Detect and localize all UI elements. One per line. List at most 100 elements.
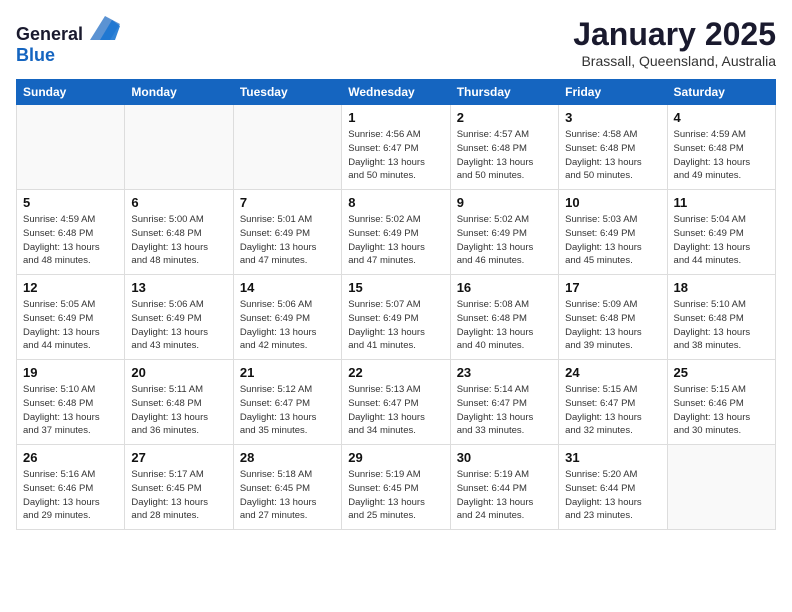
day-info: Sunrise: 5:15 AMSunset: 6:47 PMDaylight:… — [565, 383, 660, 438]
day-info: Sunrise: 5:01 AMSunset: 6:49 PMDaylight:… — [240, 213, 335, 268]
month-title: January 2025 — [573, 16, 776, 53]
calendar-cell: 5Sunrise: 4:59 AMSunset: 6:48 PMDaylight… — [17, 190, 125, 275]
calendar-cell: 16 Sunrise: 5:08 AMSunset: 6:48 PMDayligh… — [450, 275, 558, 360]
day-info: Sunrise: 5:08 AMSunset: 6:48 PMDaylight:… — [457, 298, 552, 353]
day-info: Sunrise: 5:15 AMSunset: 6:46 PMDaylight:… — [674, 383, 769, 438]
calendar-cell: 17 Sunrise: 5:09 AMSunset: 6:48 PMDayligh… — [559, 275, 667, 360]
calendar-table: SundayMondayTuesdayWednesdayThursdayFrid… — [16, 79, 776, 530]
day-info: Sunrise: 5:02 AMSunset: 6:49 PMDaylight:… — [457, 213, 552, 268]
day-number: 23 — [457, 365, 552, 380]
calendar-cell: 14 Sunrise: 5:06 AMSunset: 6:49 PMDayligh… — [233, 275, 341, 360]
col-header-sunday: Sunday — [17, 80, 125, 105]
day-number: 16 — [457, 280, 552, 295]
day-info: Sunrise: 5:06 AMSunset: 6:49 PMDaylight:… — [240, 298, 335, 353]
calendar-cell: 7 Sunrise: 5:01 AMSunset: 6:49 PMDaylight… — [233, 190, 341, 275]
day-info: Sunrise: 5:03 AMSunset: 6:49 PMDaylight:… — [565, 213, 660, 268]
calendar-cell: 2Sunrise: 4:57 AMSunset: 6:48 PMDaylight… — [450, 105, 558, 190]
day-number: 3 — [565, 110, 660, 125]
day-number: 27 — [131, 450, 226, 465]
day-info: Sunrise: 4:57 AMSunset: 6:48 PMDaylight:… — [457, 128, 552, 183]
day-number: 7 — [240, 195, 335, 210]
day-number: 1 — [348, 110, 443, 125]
day-number: 17 — [565, 280, 660, 295]
calendar-cell: 11Sunrise: 5:04 AMSunset: 6:49 PMDayligh… — [667, 190, 775, 275]
calendar-cell: 8 Sunrise: 5:02 AMSunset: 6:49 PMDaylight… — [342, 190, 450, 275]
logo-blue: Blue — [16, 45, 55, 65]
calendar-cell: 1Sunrise: 4:56 AMSunset: 6:47 PMDaylight… — [342, 105, 450, 190]
logo: General Blue — [16, 16, 120, 66]
calendar-cell: 18 Sunrise: 5:10 AMSunset: 6:48 PMDayligh… — [667, 275, 775, 360]
day-number: 21 — [240, 365, 335, 380]
day-number: 12 — [23, 280, 118, 295]
col-header-tuesday: Tuesday — [233, 80, 341, 105]
calendar-cell: 22Sunrise: 5:13 AMSunset: 6:47 PMDayligh… — [342, 360, 450, 445]
day-number: 4 — [674, 110, 769, 125]
calendar-cell — [233, 105, 341, 190]
col-header-saturday: Saturday — [667, 80, 775, 105]
day-number: 22 — [348, 365, 443, 380]
logo-general: General — [16, 24, 83, 44]
day-number: 5 — [23, 195, 118, 210]
day-info: Sunrise: 5:10 AMSunset: 6:48 PMDaylight:… — [674, 298, 769, 353]
page-header: General Blue January 2025 Brassall, Quee… — [16, 16, 776, 69]
calendar-cell: 10 Sunrise: 5:03 AMSunset: 6:49 PMDayligh… — [559, 190, 667, 275]
day-info: Sunrise: 5:09 AMSunset: 6:48 PMDaylight:… — [565, 298, 660, 353]
calendar-cell: 15 Sunrise: 5:07 AMSunset: 6:49 PMDayligh… — [342, 275, 450, 360]
day-info: Sunrise: 5:07 AMSunset: 6:49 PMDaylight:… — [348, 298, 443, 353]
week-row-4: 19 Sunrise: 5:10 AMSunset: 6:48 PMDayligh… — [17, 360, 776, 445]
col-header-friday: Friday — [559, 80, 667, 105]
col-header-wednesday: Wednesday — [342, 80, 450, 105]
day-info: Sunrise: 5:19 AMSunset: 6:45 PMDaylight:… — [348, 468, 443, 523]
day-info: Sunrise: 5:05 AMSunset: 6:49 PMDaylight:… — [23, 298, 118, 353]
day-number: 19 — [23, 365, 118, 380]
day-number: 8 — [348, 195, 443, 210]
day-number: 31 — [565, 450, 660, 465]
calendar-cell: 3 Sunrise: 4:58 AMSunset: 6:48 PMDaylight… — [559, 105, 667, 190]
title-block: January 2025 Brassall, Queensland, Austr… — [573, 16, 776, 69]
calendar-cell: 12 Sunrise: 5:05 AMSunset: 6:49 PMDayligh… — [17, 275, 125, 360]
calendar-cell: 20 Sunrise: 5:11 AMSunset: 6:48 PMDayligh… — [125, 360, 233, 445]
day-number: 26 — [23, 450, 118, 465]
day-info: Sunrise: 5:11 AMSunset: 6:48 PMDaylight:… — [131, 383, 226, 438]
day-info: Sunrise: 5:18 AMSunset: 6:45 PMDaylight:… — [240, 468, 335, 523]
day-info: Sunrise: 4:59 AMSunset: 6:48 PMDaylight:… — [674, 128, 769, 183]
day-info: Sunrise: 5:10 AMSunset: 6:48 PMDaylight:… — [23, 383, 118, 438]
calendar-header-row: SundayMondayTuesdayWednesdayThursdayFrid… — [17, 80, 776, 105]
day-info: Sunrise: 5:06 AMSunset: 6:49 PMDaylight:… — [131, 298, 226, 353]
calendar-cell: 13 Sunrise: 5:06 AMSunset: 6:49 PMDayligh… — [125, 275, 233, 360]
week-row-1: 1Sunrise: 4:56 AMSunset: 6:47 PMDaylight… — [17, 105, 776, 190]
day-number: 13 — [131, 280, 226, 295]
col-header-monday: Monday — [125, 80, 233, 105]
day-info: Sunrise: 5:20 AMSunset: 6:44 PMDaylight:… — [565, 468, 660, 523]
calendar-cell: 19 Sunrise: 5:10 AMSunset: 6:48 PMDayligh… — [17, 360, 125, 445]
day-info: Sunrise: 5:19 AMSunset: 6:44 PMDaylight:… — [457, 468, 552, 523]
location-subtitle: Brassall, Queensland, Australia — [573, 53, 776, 69]
day-info: Sunrise: 5:16 AMSunset: 6:46 PMDaylight:… — [23, 468, 118, 523]
week-row-2: 5Sunrise: 4:59 AMSunset: 6:48 PMDaylight… — [17, 190, 776, 275]
day-number: 10 — [565, 195, 660, 210]
calendar-cell: 25Sunrise: 5:15 AMSunset: 6:46 PMDayligh… — [667, 360, 775, 445]
calendar-cell: 4 Sunrise: 4:59 AMSunset: 6:48 PMDaylight… — [667, 105, 775, 190]
day-number: 6 — [131, 195, 226, 210]
calendar-cell: 6 Sunrise: 5:00 AMSunset: 6:48 PMDaylight… — [125, 190, 233, 275]
calendar-cell: 26 Sunrise: 5:16 AMSunset: 6:46 PMDayligh… — [17, 445, 125, 530]
day-number: 28 — [240, 450, 335, 465]
day-number: 9 — [457, 195, 552, 210]
day-info: Sunrise: 5:14 AMSunset: 6:47 PMDaylight:… — [457, 383, 552, 438]
calendar-cell: 9 Sunrise: 5:02 AMSunset: 6:49 PMDaylight… — [450, 190, 558, 275]
day-number: 15 — [348, 280, 443, 295]
day-info: Sunrise: 5:17 AMSunset: 6:45 PMDaylight:… — [131, 468, 226, 523]
day-number: 14 — [240, 280, 335, 295]
day-info: Sunrise: 5:12 AMSunset: 6:47 PMDaylight:… — [240, 383, 335, 438]
calendar-cell: 30Sunrise: 5:19 AMSunset: 6:44 PMDayligh… — [450, 445, 558, 530]
calendar-cell: 27 Sunrise: 5:17 AMSunset: 6:45 PMDayligh… — [125, 445, 233, 530]
calendar-cell: 31 Sunrise: 5:20 AMSunset: 6:44 PMDayligh… — [559, 445, 667, 530]
day-info: Sunrise: 5:00 AMSunset: 6:48 PMDaylight:… — [131, 213, 226, 268]
day-number: 11 — [674, 195, 769, 210]
day-number: 20 — [131, 365, 226, 380]
calendar-cell: 21 Sunrise: 5:12 AMSunset: 6:47 PMDayligh… — [233, 360, 341, 445]
day-info: Sunrise: 5:02 AMSunset: 6:49 PMDaylight:… — [348, 213, 443, 268]
day-number: 18 — [674, 280, 769, 295]
calendar-cell: 29Sunrise: 5:19 AMSunset: 6:45 PMDayligh… — [342, 445, 450, 530]
day-info: Sunrise: 4:58 AMSunset: 6:48 PMDaylight:… — [565, 128, 660, 183]
